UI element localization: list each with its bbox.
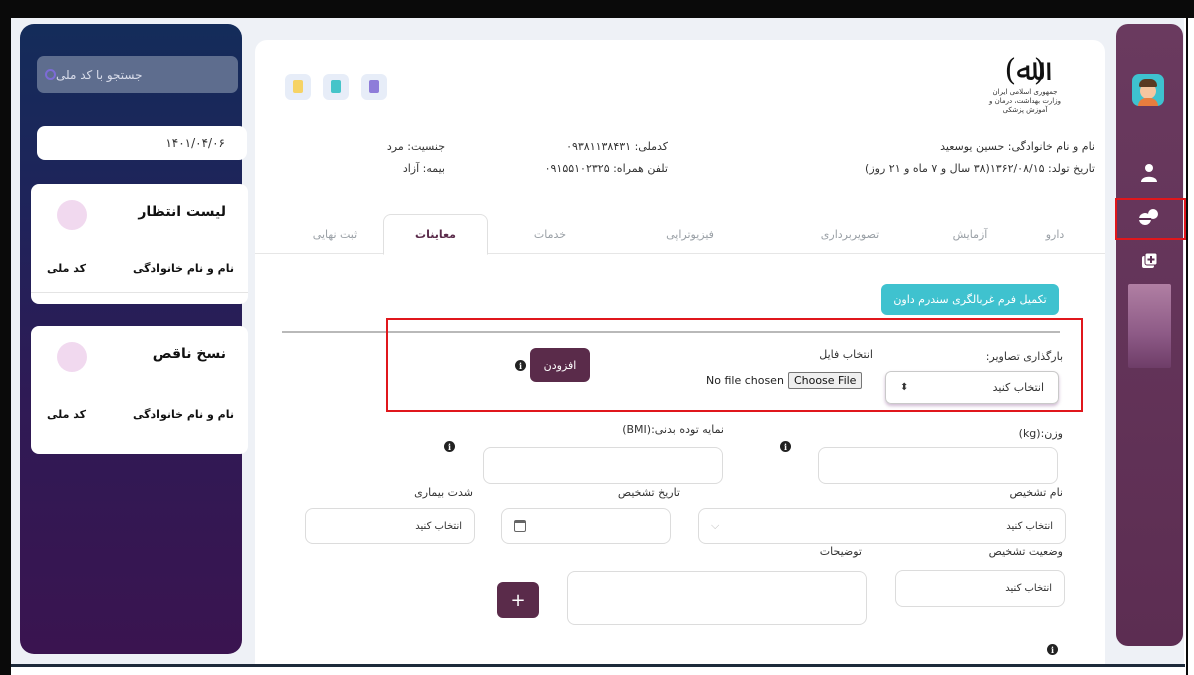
- notes-label: توضیحات: [819, 545, 862, 558]
- pills-icon-highlight: [1115, 198, 1186, 240]
- add-diagnosis-button[interactable]: +: [497, 582, 539, 618]
- info-icon[interactable]: i: [1047, 644, 1058, 655]
- search-placeholder: جستجو با کد ملی: [56, 67, 143, 82]
- document-toolbar: [285, 74, 387, 100]
- info-icon[interactable]: i: [444, 441, 455, 452]
- chevron-down-icon: ⌵: [711, 519, 720, 532]
- window-right-border: [1186, 18, 1194, 675]
- emblem-line1: جمهوری اسلامی ایران: [992, 88, 1058, 96]
- sidebar-highlight: [1128, 284, 1171, 368]
- emblem-line2: وزارت بهداشت، درمان و آموزش پزشکی: [988, 97, 1062, 114]
- emblem-icon: (ﷲ): [1004, 53, 1046, 88]
- severity-value: انتخاب کنید: [415, 520, 462, 532]
- patient-name: نام و نام خانوادگی: حسین یوسعید: [940, 140, 1095, 153]
- date-display: ۱۴۰۱/۰۴/۰۶: [37, 126, 247, 160]
- screen-frame: جستجو با کد ملی ۱۴۰۱/۰۴/۰۶ لیست انتظار ن…: [0, 0, 1194, 675]
- incomplete-col-name: نام و نام خانوادگی: [133, 408, 234, 421]
- waiting-list-col-name: نام و نام خانوادگی: [133, 262, 234, 275]
- down-syndrome-screening-button[interactable]: تکمیل فرم غربالگری سندرم داون: [881, 284, 1059, 315]
- tab-final-submit[interactable]: ثبت نهایی: [295, 214, 375, 254]
- diagnosis-name-value: انتخاب کنید: [1006, 520, 1053, 532]
- bmi-input[interactable]: [483, 447, 723, 484]
- avatar-body: [1138, 98, 1158, 106]
- incomplete-title: نسخ ناقص: [152, 346, 226, 362]
- patient-national-id: کدملی: ۰۹۳۸۱۱۳۸۴۳۱: [566, 140, 668, 153]
- window-top-border: [0, 0, 1194, 18]
- tab-services[interactable]: خدمات: [510, 214, 590, 254]
- waiting-list-indicator: [57, 200, 87, 230]
- patient-insurance: بیمه: آزاد: [402, 162, 445, 175]
- avatar[interactable]: [1132, 74, 1164, 106]
- tab-physiotherapy[interactable]: فیزیوتراپی: [640, 214, 740, 254]
- notes-textarea[interactable]: [567, 571, 867, 625]
- diagnosis-name-label: نام تشخیص: [1009, 486, 1064, 499]
- doctor-icon[interactable]: [1138, 162, 1160, 184]
- right-sidebar: [1116, 24, 1183, 646]
- upload-section-highlight: [386, 318, 1083, 412]
- clipboard-check-icon[interactable]: [361, 74, 387, 100]
- info-icon[interactable]: i: [780, 441, 791, 452]
- incomplete-prescriptions-card: نسخ ناقص نام و نام خانوادگی کد ملی: [31, 326, 248, 454]
- divider: [31, 292, 248, 293]
- waiting-list-card: لیست انتظار نام و نام خانوادگی کد ملی: [31, 184, 248, 304]
- severity-label: شدت بیماری: [414, 486, 473, 499]
- patient-gender: جنسیت: مرد: [386, 140, 445, 153]
- diagnosis-date-label: تاریخ تشخیص: [617, 486, 680, 499]
- tab-bar: دارو آزمایش تصویربرداری فیزیوتراپی خدمات…: [255, 214, 1105, 255]
- patient-birthdate: تاریخ تولد: ۱۳۶۲/۰۸/۱۵(۳۸ سال و ۷ ماه و …: [865, 162, 1095, 175]
- add-copy-icon[interactable]: [1138, 250, 1160, 272]
- severity-select[interactable]: انتخاب کنید: [305, 508, 475, 544]
- weight-input[interactable]: [818, 447, 1058, 484]
- search-icon: [45, 69, 56, 80]
- waiting-list-col-id: کد ملی: [47, 262, 87, 275]
- diagnosis-status-value: انتخاب کنید: [1005, 583, 1052, 594]
- waiting-list-title: لیست انتظار: [138, 204, 226, 220]
- calendar-icon[interactable]: [514, 520, 526, 532]
- weight-label: وزن:(kg): [1018, 427, 1063, 440]
- tab-examinations[interactable]: معاینات: [383, 214, 488, 255]
- patient-phone: تلفن همراه: ۰۹۱۵۵۱۰۲۳۲۵: [544, 162, 668, 175]
- tab-imaging[interactable]: تصویربرداری: [805, 214, 895, 254]
- incomplete-indicator: [57, 342, 87, 372]
- incomplete-col-id: کد ملی: [47, 408, 87, 421]
- window-left-border: [0, 0, 11, 675]
- add-doc-icon[interactable]: [323, 74, 349, 100]
- prescription-doc-icon[interactable]: [285, 74, 311, 100]
- diagnosis-date-input[interactable]: [501, 508, 671, 544]
- national-id-search[interactable]: جستجو با کد ملی: [37, 56, 238, 93]
- avatar-hair: [1139, 79, 1157, 87]
- bmi-label: نمایه توده بدنی:(BMI): [622, 423, 724, 436]
- tab-drugs[interactable]: دارو: [1025, 214, 1085, 254]
- ministry-logo: (ﷲ) جمهوری اسلامی ایران وزارت بهداشت، در…: [985, 54, 1065, 116]
- tab-lab[interactable]: آزمایش: [935, 214, 1005, 254]
- diagnosis-name-select[interactable]: انتخاب کنید ⌵: [698, 508, 1066, 544]
- date-value: ۱۴۰۱/۰۴/۰۶: [165, 136, 225, 150]
- diagnosis-status-select[interactable]: انتخاب کنید: [895, 570, 1065, 607]
- diagnosis-status-label: وضعیت تشخیص: [988, 545, 1063, 558]
- window-bottom-border: [11, 664, 1185, 667]
